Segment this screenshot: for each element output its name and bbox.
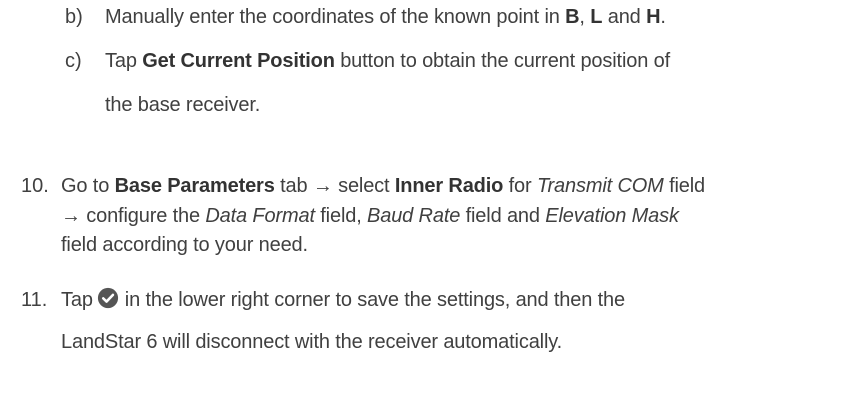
field-h-label: H (646, 6, 661, 28)
step-10-text-part: Go to (61, 175, 115, 197)
step-10-text-part: field (663, 175, 706, 197)
step-11-text-part: in the lower right corner to save the se… (124, 289, 625, 311)
step-10-text-line3: field according to your need. (61, 234, 308, 256)
step-c-text-line2: the base receiver. (105, 94, 261, 116)
step-10-text-part: field and (460, 205, 546, 227)
step-10-text: Go to Base Parameters tab → select Inner… (61, 173, 705, 199)
step-10-text-part: tab → select (274, 175, 395, 197)
step-10-text-part: → configure the (61, 205, 206, 227)
step-b-text: Manually enter the coordinates of the kn… (105, 4, 666, 30)
step-b-text-part: and (602, 6, 647, 28)
step-b-text-part: . (660, 6, 666, 28)
step-10-marker: 10. (21, 175, 49, 197)
inner-radio-label: Inner Radio (394, 175, 504, 197)
step-c-text: Tap Get Current Position button to obtai… (105, 48, 670, 74)
step-b-text-part: Manually enter the coordinates of the kn… (105, 6, 566, 28)
step-11-text-line2: LandStar 6 will disconnect with the rece… (61, 331, 563, 353)
base-parameters-label: Base Parameters (114, 175, 275, 197)
step-b-marker: b) (65, 6, 83, 28)
step-11-marker: 11. (21, 289, 48, 311)
check-circle-icon (97, 287, 118, 309)
step-10-text-line2: → configure the Data Format field, Baud … (61, 203, 679, 229)
step-c-marker: c) (65, 50, 82, 72)
baud-rate-label: Baud Rate (367, 205, 461, 227)
step-11-text: Tap in the lower right corner to save th… (61, 287, 625, 313)
get-current-position-label: Get Current Position (142, 50, 335, 72)
step-11-text-part: Tap (61, 289, 93, 311)
transmit-com-label: Transmit COM (536, 175, 664, 197)
data-format-label: Data Format (205, 205, 315, 227)
elevation-mask-label: Elevation Mask (545, 205, 679, 227)
field-b-label: B (565, 6, 580, 28)
field-l-label: L (590, 6, 603, 28)
step-b-text-part: , (579, 6, 591, 28)
step-c-text-part: button to obtain the current position of (334, 50, 670, 72)
step-10-text-part: for (503, 175, 537, 197)
step-10-text-part: field, (314, 205, 368, 227)
step-c-text-part: Tap (105, 50, 143, 72)
